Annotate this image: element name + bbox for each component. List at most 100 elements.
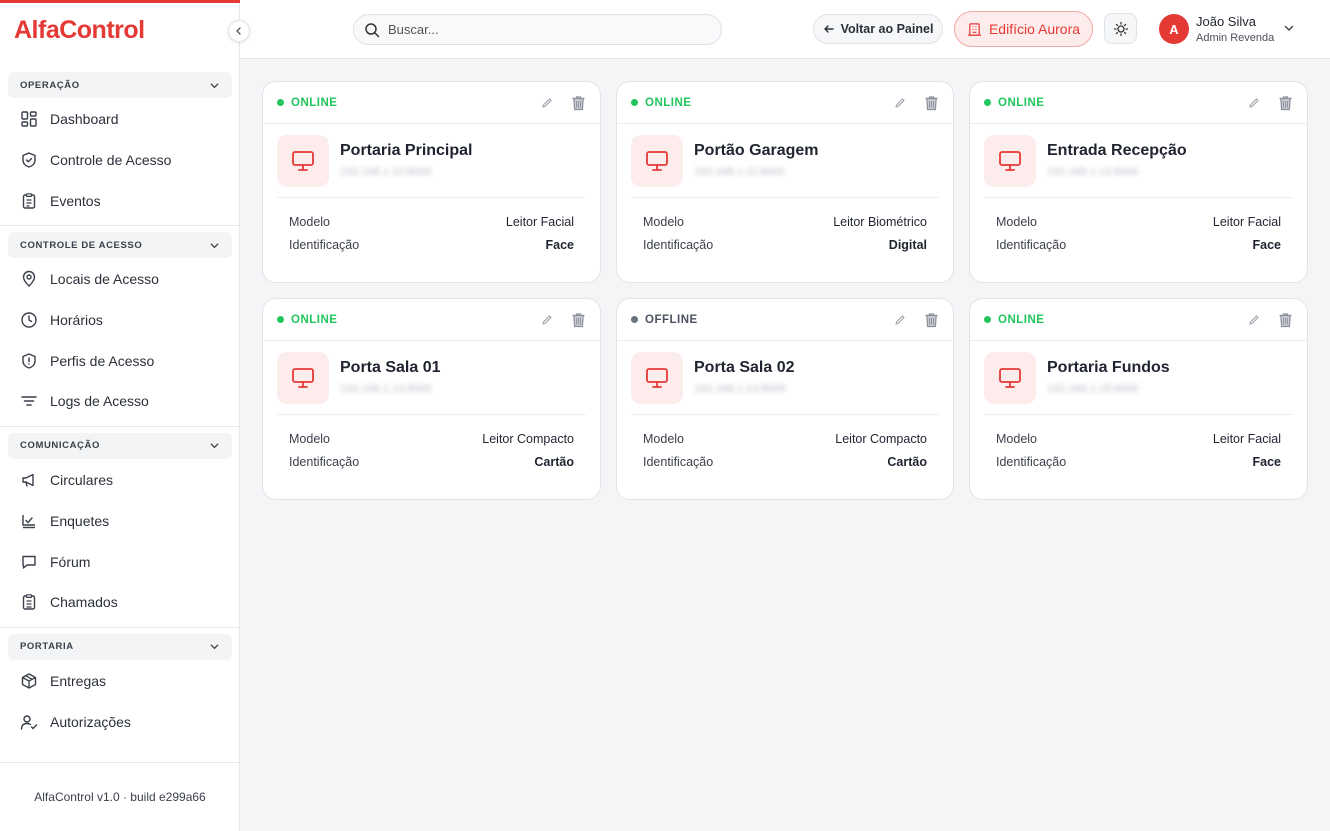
monitor-icon: [277, 352, 329, 404]
status-dot: [277, 99, 284, 106]
device-card[interactable]: ONLINE Entrada Recepção 192.168.1.12:800…: [969, 81, 1308, 283]
user-check-icon: [20, 713, 38, 731]
sidebar-item-label: Autorizações: [50, 713, 131, 730]
identification-value: Face: [545, 237, 575, 252]
trash-icon[interactable]: [571, 312, 586, 328]
device-card[interactable]: ONLINE Portaria Principal 192.168.1.10:8…: [262, 81, 601, 283]
dashboard-icon: [20, 110, 38, 128]
edit-icon[interactable]: [894, 97, 906, 109]
arrow-left-icon: [823, 25, 834, 33]
device-card[interactable]: ONLINE Porta Sala 01 192.168.1.13:8000 M…: [262, 298, 601, 500]
device-card[interactable]: OFFLINE Porta Sala 02 192.168.1.14:8000 …: [616, 298, 954, 500]
avatar[interactable]: A: [1159, 14, 1189, 44]
trash-icon[interactable]: [571, 95, 586, 111]
app-logo[interactable]: AlfaControl: [14, 16, 145, 45]
device-card[interactable]: ONLINE Portaria Fundos 192.168.1.15:8000…: [969, 298, 1308, 500]
identification-row: Identificação Cartão: [289, 450, 574, 473]
trash-icon[interactable]: [1278, 95, 1293, 111]
device-ip: 192.168.1.14:8000: [694, 383, 786, 395]
chevron-down-icon[interactable]: [1283, 22, 1295, 34]
building-selector-button[interactable]: Edifício Aurora: [954, 11, 1093, 47]
identification-row: Identificação Digital: [643, 233, 927, 256]
identification-value: Cartão: [534, 454, 574, 469]
sidebar-section-header[interactable]: OPERAÇÃO: [8, 72, 232, 98]
sidebar-item[interactable]: Dashboard: [8, 99, 232, 140]
chevron-down-icon[interactable]: [209, 440, 220, 451]
section-divider: [0, 626, 240, 628]
identification-label: Identificação: [996, 454, 1067, 469]
model-value: Leitor Facial: [1212, 214, 1281, 229]
sidebar-section-header[interactable]: COMUNICAÇÃO: [8, 432, 232, 459]
sidebar-item[interactable]: Eventos: [8, 180, 232, 221]
model-label: Modelo: [643, 431, 684, 446]
section-title: OPERAÇÃO: [20, 79, 80, 91]
edit-icon[interactable]: [541, 97, 553, 109]
sun-icon: [1113, 21, 1128, 36]
sidebar-item[interactable]: Horários: [8, 300, 232, 341]
device-ip: 192.168.1.15:8000: [1047, 383, 1139, 395]
sidebar-item-label: Chamados: [50, 594, 118, 611]
status-dot: [984, 316, 991, 323]
edit-icon[interactable]: [1248, 97, 1260, 109]
sidebar-item[interactable]: Entregas: [8, 661, 232, 702]
edit-icon[interactable]: [894, 314, 906, 326]
card-header: ONLINE: [617, 82, 953, 124]
status-dot: [277, 316, 284, 323]
trash-icon[interactable]: [1278, 312, 1293, 328]
sidebar-item-label: Horários: [50, 312, 103, 329]
search-input[interactable]: [388, 22, 688, 37]
identification-row: Identificação Cartão: [643, 450, 927, 473]
model-value: Leitor Compacto: [482, 431, 574, 446]
shield-icon: [20, 151, 38, 169]
device-name: Entrada Recepção: [1047, 142, 1187, 159]
theme-toggle-button[interactable]: [1104, 13, 1137, 44]
device-name: Portaria Fundos: [1047, 359, 1170, 376]
device-name: Portão Garagem: [694, 142, 819, 159]
chevron-down-icon[interactable]: [209, 80, 220, 91]
chevron-down-icon[interactable]: [209, 641, 220, 652]
status-badge: ONLINE: [291, 96, 338, 109]
search-box[interactable]: [353, 14, 722, 45]
device-card[interactable]: ONLINE Portão Garagem 192.168.1.11:8000 …: [616, 81, 954, 283]
user-name[interactable]: João Silva: [1196, 14, 1256, 29]
card-header: OFFLINE: [617, 299, 953, 341]
section-title: CONTROLE DE ACESSO: [20, 239, 143, 251]
sidebar-item-label: Enquetes: [50, 512, 110, 529]
sidebar-item[interactable]: Logs de Acesso: [8, 381, 232, 422]
identification-row: Identificação Face: [996, 450, 1281, 473]
trash-icon[interactable]: [924, 312, 939, 328]
model-label: Modelo: [996, 214, 1037, 229]
sidebar-item-label: Locais de Acesso: [50, 271, 159, 288]
model-label: Modelo: [289, 214, 330, 229]
building-icon: [967, 22, 982, 36]
model-label: Modelo: [289, 431, 330, 446]
sidebar-item[interactable]: Autorizações: [8, 701, 232, 742]
monitor-icon: [631, 352, 683, 404]
sidebar-item[interactable]: Perfis de Acesso: [8, 340, 232, 381]
device-ip: 192.168.1.13:8000: [340, 383, 432, 395]
shield-alert-icon: [20, 352, 38, 370]
collapse-sidebar-button[interactable]: [228, 20, 250, 42]
chevron-down-icon[interactable]: [209, 240, 220, 251]
sidebar-item[interactable]: Chamados: [8, 582, 232, 623]
status-badge: ONLINE: [998, 96, 1045, 109]
top-header: Voltar ao Painel Edifício Aurora A João …: [240, 0, 1330, 59]
filter-lines-icon: [20, 392, 38, 410]
status-badge: ONLINE: [998, 313, 1045, 326]
sidebar-item[interactable]: Enquetes: [8, 501, 232, 542]
trash-icon[interactable]: [924, 95, 939, 111]
back-to-panel-button[interactable]: Voltar ao Painel: [813, 14, 943, 44]
clipboard-list-icon: [20, 593, 38, 611]
edit-icon[interactable]: [541, 314, 553, 326]
sidebar-item[interactable]: Circulares: [8, 460, 232, 501]
model-row: Modelo Leitor Facial: [289, 210, 574, 233]
sidebar-item[interactable]: Controle de Acesso: [8, 140, 232, 181]
sidebar-item[interactable]: Locais de Acesso: [8, 259, 232, 300]
status-dot: [984, 99, 991, 106]
monitor-icon: [984, 352, 1036, 404]
sidebar-item[interactable]: Fórum: [8, 541, 232, 582]
sidebar-section-header[interactable]: CONTROLE DE ACESSO: [8, 232, 232, 259]
sidebar-section-header[interactable]: PORTARIA: [8, 633, 232, 660]
identification-label: Identificação: [643, 237, 714, 252]
edit-icon[interactable]: [1248, 314, 1260, 326]
